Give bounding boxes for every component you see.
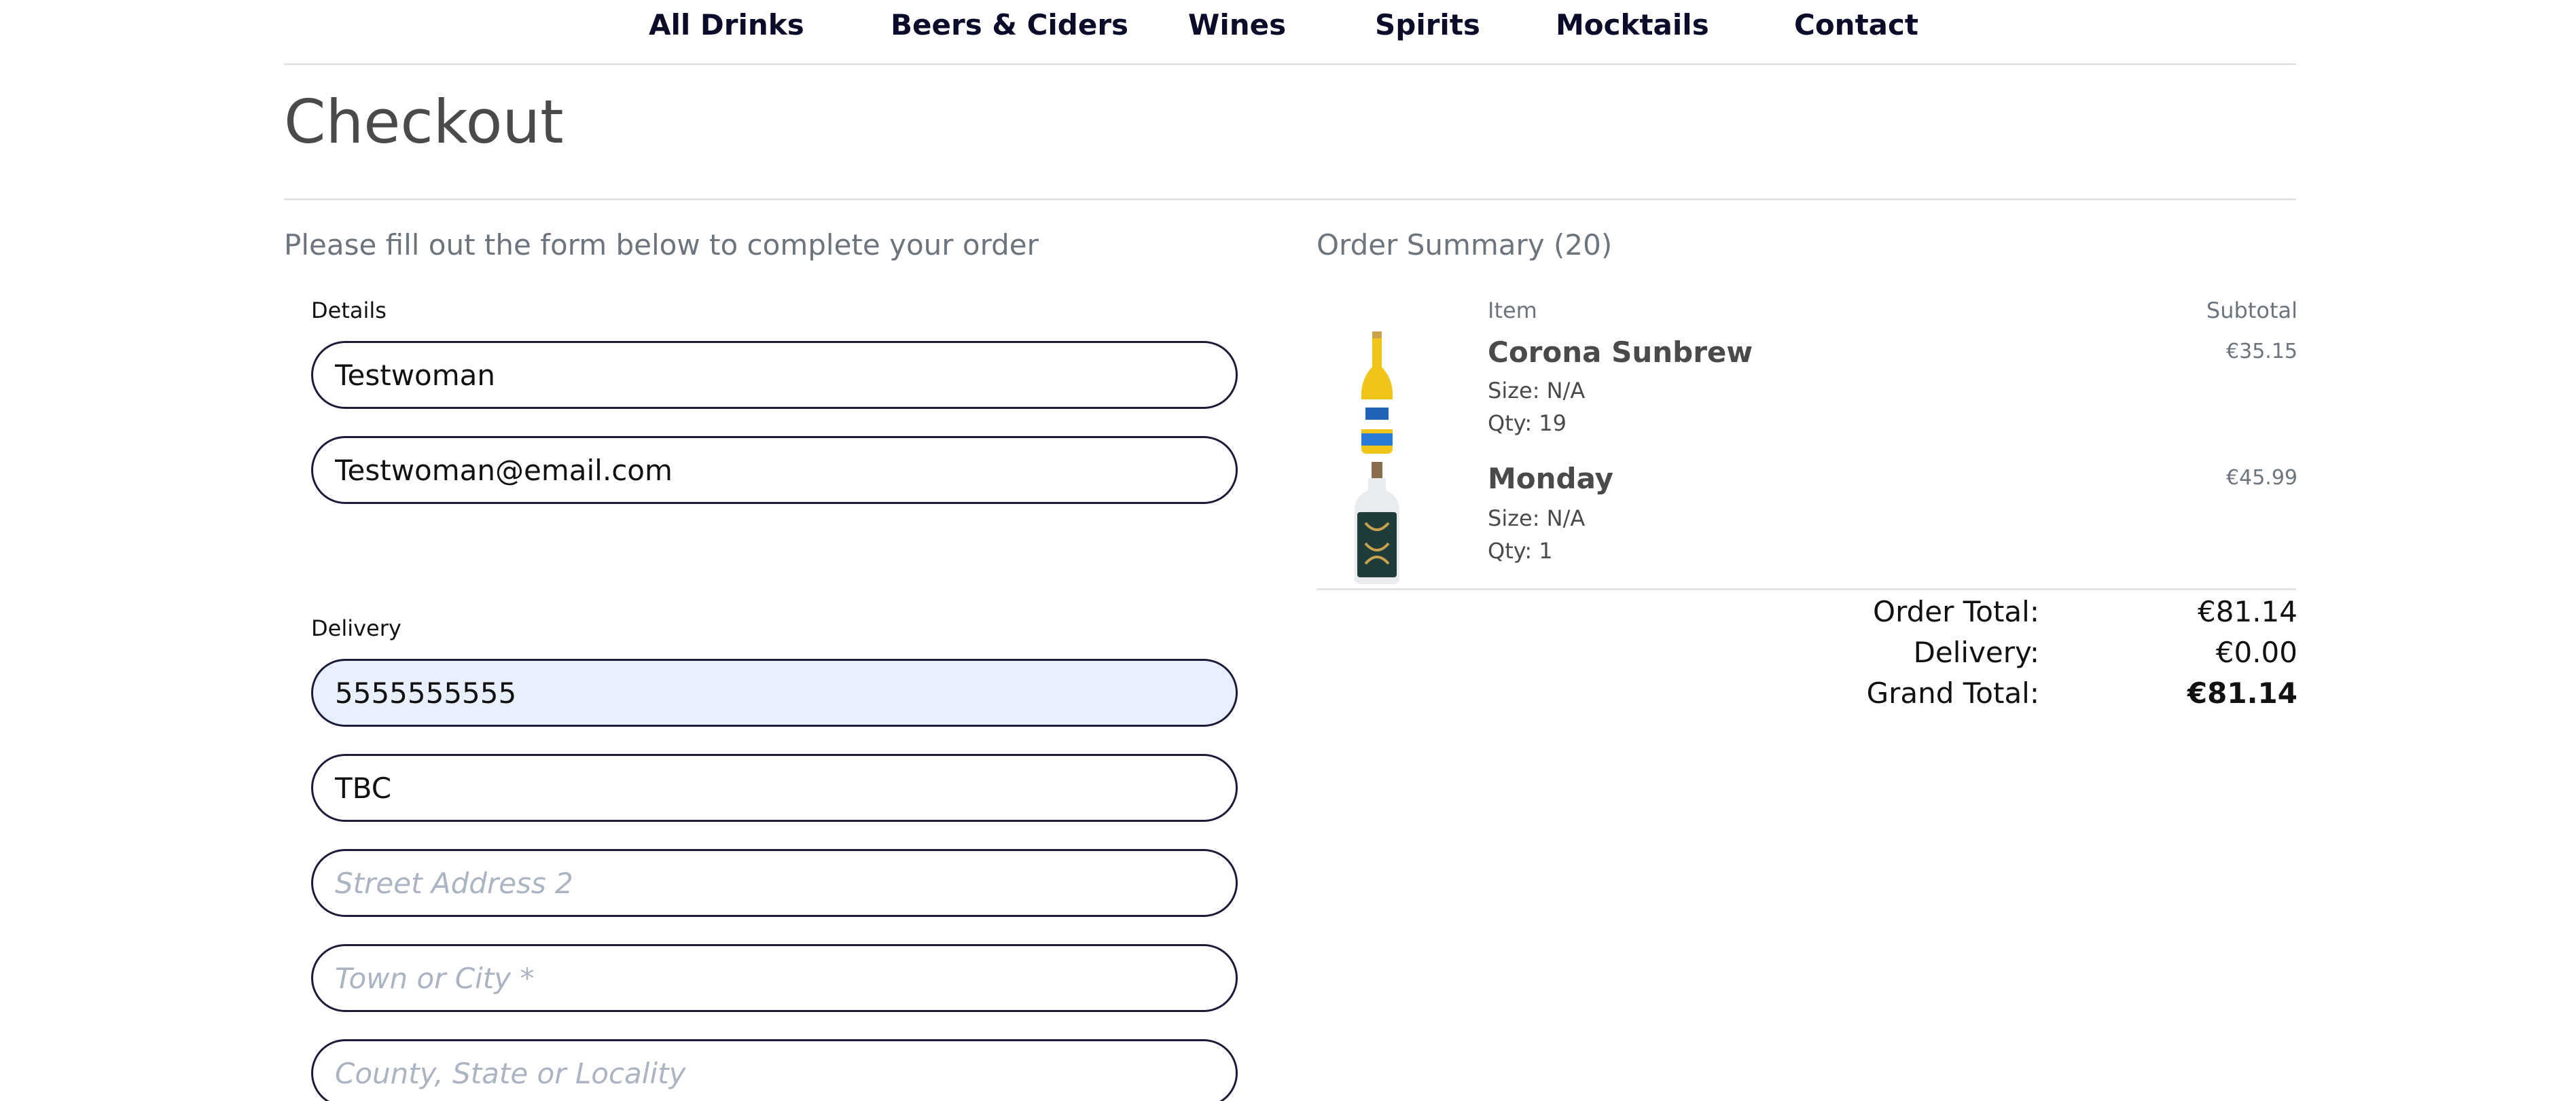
details-legend: Details: [311, 297, 387, 323]
main-nav: All Drinks Beers & Ciders Wines Spirits …: [284, 0, 2296, 65]
subtotal-column-header: Subtotal: [2206, 297, 2297, 323]
item-size: Size: N/A: [1488, 505, 1586, 531]
page-title: Checkout: [284, 87, 564, 157]
summary-divider: [1317, 588, 2296, 590]
order-total-label: Order Total:: [1873, 595, 2039, 628]
grand-total-label: Grand Total:: [1866, 676, 2039, 710]
order-total-value: €81.14: [2198, 595, 2297, 628]
full-name-input[interactable]: [311, 341, 1238, 409]
order-summary-heading: Order Summary (20): [1317, 228, 1613, 261]
street-address-1-input[interactable]: [311, 754, 1238, 822]
item-name: Corona Sunbrew: [1488, 336, 1753, 369]
phone-number-input[interactable]: [311, 659, 1238, 727]
nav-link-beers-ciders[interactable]: Beers & Ciders: [891, 8, 1128, 41]
item-name: Monday: [1488, 462, 1614, 495]
item-column-header: Item: [1488, 297, 1537, 323]
delivery-value: €0.00: [2215, 636, 2297, 669]
delivery-label: Delivery:: [1913, 636, 2039, 669]
item-qty: Qty: 19: [1488, 410, 1567, 436]
nav-link-all-drinks[interactable]: All Drinks: [649, 8, 804, 41]
item-subtotal: €45.99: [2226, 466, 2297, 490]
nav-link-mocktails[interactable]: Mocktails: [1556, 8, 1709, 41]
item-size: Size: N/A: [1488, 378, 1586, 403]
nav-link-contact[interactable]: Contact: [1794, 8, 1918, 41]
beer-bottle-icon: [1361, 331, 1393, 454]
county-input[interactable]: [311, 1039, 1238, 1101]
delivery-legend: Delivery: [311, 615, 401, 641]
item-subtotal: €35.15: [2226, 340, 2297, 363]
nav-link-spirits[interactable]: Spirits: [1375, 8, 1480, 41]
form-intro-text: Please fill out the form below to comple…: [284, 228, 1039, 261]
street-address-2-input[interactable]: [311, 849, 1238, 917]
title-divider: [284, 198, 2296, 200]
item-qty: Qty: 1: [1488, 538, 1553, 564]
grand-total-value: €81.14: [2187, 676, 2297, 710]
email-input[interactable]: [311, 436, 1238, 504]
spirit-bottle-icon: [1355, 462, 1399, 584]
town-city-input[interactable]: [311, 944, 1238, 1012]
nav-link-wines[interactable]: Wines: [1188, 8, 1286, 41]
